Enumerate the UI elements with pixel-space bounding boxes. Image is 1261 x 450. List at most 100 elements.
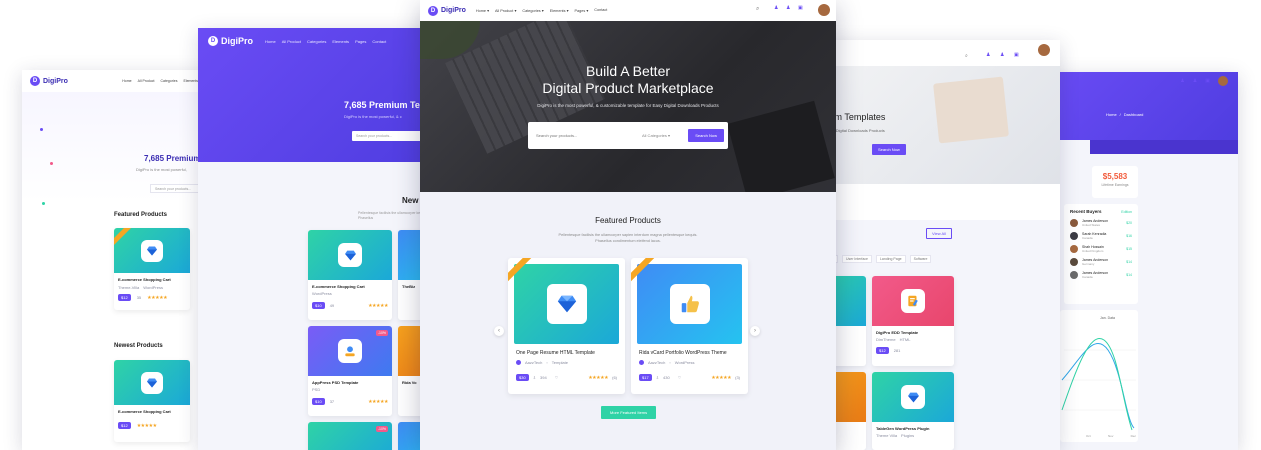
buyer-info: James Anderson Canada — [1082, 271, 1122, 279]
card-title[interactable]: E-commerce Shopping Cart — [118, 409, 186, 414]
card-title[interactable]: DigiPro EDD Template — [876, 330, 950, 335]
favorites-icon[interactable]: ♟ — [1000, 52, 1004, 58]
buyer-row[interactable]: James Anderson United States $20 — [1070, 219, 1132, 227]
buyer-row[interactable]: Shah Hossain United Kingdom $15 — [1070, 245, 1132, 253]
nav-elements[interactable]: Elements — [332, 39, 349, 44]
right-mid-card-2[interactable]: TableGen WordPress Plugin Theme Villa Pl… — [872, 372, 954, 450]
showcase-stage: D DigiPro Home All Product Categories El… — [0, 0, 1261, 450]
hero-search-button[interactable]: Search Now — [688, 129, 724, 142]
card-meta: Theme-Villa WordPress — [118, 285, 186, 290]
card-sales: 281 — [893, 348, 901, 353]
filter-software[interactable]: Software — [909, 255, 932, 263]
hero-search-bar: All Categories ▾ Search Now — [528, 122, 728, 149]
center-logo[interactable]: D DigiPro — [428, 5, 466, 16]
far-right-header-icons: ♟ ♟ ▣ — [1180, 76, 1228, 86]
cart-icon[interactable]: ▣ — [798, 5, 803, 11]
favorites-icon[interactable]: ♟ — [786, 5, 790, 11]
card-title[interactable]: TableGen WordPress Plugin — [876, 426, 950, 431]
nav-all-product[interactable]: All Product — [282, 39, 301, 44]
chevron-down-icon: ▾ — [514, 9, 517, 13]
hero-search-input[interactable] — [536, 133, 636, 138]
rating-stars-icon: ★★★★★ — [136, 422, 157, 429]
card-title[interactable]: AppPress PSD Template — [312, 380, 388, 385]
nav-home[interactable]: Home — [122, 79, 131, 83]
nav-categories[interactable]: Categories — [161, 79, 178, 83]
avatar[interactable] — [1038, 44, 1050, 56]
buyer-row[interactable]: Sarah Kenradia Canada $16 — [1070, 232, 1132, 240]
cart-icon[interactable]: ▣ — [1014, 52, 1019, 58]
nav-all-product[interactable]: All Product ▾ — [495, 8, 516, 13]
card-sales: 49 — [329, 303, 335, 308]
card-title[interactable]: E-commerce Shopping Cart — [312, 284, 388, 289]
center-hero: Build A Better Digital Product Marketpla… — [420, 21, 836, 192]
nav-pages[interactable]: Pages ▾ — [574, 8, 588, 13]
filter-user-interface[interactable]: User Interface — [842, 255, 872, 263]
buyer-info: James Anderson Germany — [1082, 258, 1122, 266]
featured-card-2[interactable]: Rida vCard Portfolio WordPress Theme Aaz… — [631, 258, 748, 394]
card-title[interactable]: E-commerce Shopping Cart — [118, 277, 186, 282]
nav-home[interactable]: Home ▾ — [476, 8, 489, 13]
bell-icon[interactable]: ♟ — [1180, 78, 1184, 84]
search-icon[interactable]: ⌕ — [965, 53, 968, 59]
nav-all-product[interactable]: All Product — [138, 79, 155, 83]
right-mid-card-1[interactable]: DigiPro EDD Template DimTheme HTML $12 2… — [872, 276, 954, 366]
more-featured-button[interactable]: More Featured Items — [601, 406, 657, 419]
earnings-value: $5,583 — [1102, 172, 1128, 181]
far-left-newest-card[interactable]: E-commerce Shopping Cart $12 ★★★★★ — [114, 360, 190, 442]
nav-contact[interactable]: Contact — [372, 39, 386, 44]
card-category[interactable]: PSD — [312, 387, 388, 392]
nav-categories[interactable]: Categories ▾ — [522, 8, 543, 13]
cart-icon[interactable]: ▣ — [1205, 78, 1210, 84]
card-body: TableGen WordPress Plugin Theme Villa Pl… — [872, 422, 954, 442]
nav-pages[interactable]: Pages — [355, 39, 366, 44]
card-category[interactable]: HTML — [900, 337, 911, 342]
buyer-row[interactable]: James Anderson Germany $14 — [1070, 258, 1132, 266]
left-mid-card-2[interactable]: -10% AppPress PSD Template PSD $10 37 ★★… — [308, 326, 392, 416]
buyers-filter[interactable]: Edition — [1121, 210, 1132, 214]
card-category[interactable]: WordPress — [312, 291, 388, 296]
right-mid-search-button[interactable]: Search Now — [872, 144, 906, 155]
edit-document-icon — [901, 289, 925, 313]
far-left-product-card[interactable]: E-commerce Shopping Cart Theme-Villa Wor… — [114, 228, 190, 310]
far-left-logo[interactable]: D DigiPro — [30, 76, 68, 86]
nav-elements[interactable]: Elements — [183, 79, 198, 83]
product-thumbnail — [114, 360, 190, 405]
nav-elements[interactable]: Elements ▾ — [550, 8, 569, 13]
sales-line-chart — [1061, 337, 1136, 431]
breadcrumb-home[interactable]: Home — [1106, 112, 1117, 117]
buyer-country: Germany — [1082, 262, 1095, 266]
card-category[interactable]: Plugins — [901, 433, 914, 438]
left-mid-card-3[interactable]: -10% — [308, 422, 392, 450]
search-icon[interactable]: ⌕ — [756, 6, 759, 13]
card-footer: $12 ★★★★★ — [118, 422, 186, 429]
carousel-next-icon[interactable]: › — [750, 326, 760, 336]
card-author[interactable]: DimTheme — [876, 337, 896, 342]
card-author[interactable]: Theme Villa — [876, 433, 897, 438]
left-mid-logo[interactable]: D DigiPro — [208, 36, 253, 46]
view-all-button[interactable]: View All — [926, 228, 952, 239]
product-thumbnail — [872, 372, 954, 422]
diamond-icon — [141, 371, 163, 394]
hero-photo-hands — [933, 76, 1009, 144]
filter-landing-page[interactable]: Landing Page — [875, 255, 906, 263]
user-icon[interactable]: ♟ — [986, 52, 990, 58]
avatar[interactable] — [1218, 76, 1228, 86]
user-icon[interactable]: ♟ — [774, 5, 778, 11]
user-icon[interactable]: ♟ — [1193, 78, 1197, 84]
hero-category-select[interactable]: All Categories ▾ — [642, 133, 682, 138]
avatar[interactable] — [818, 4, 830, 16]
carousel-prev-icon[interactable]: ‹ — [494, 326, 504, 336]
nav-categories[interactable]: Categories — [307, 39, 326, 44]
card-category[interactable]: WordPress — [143, 285, 163, 290]
featured-card-1[interactable]: One Page Resume HTML Template AazzTech ▫… — [508, 258, 625, 394]
nav-home[interactable]: Home — [265, 39, 276, 44]
buyer-row[interactable]: James Anderson Canada $14 — [1070, 271, 1132, 279]
card-price: $12 — [876, 347, 889, 354]
nav-contact[interactable]: Contact — [594, 8, 607, 13]
left-mid-card-1[interactable]: E-commerce Shopping Cart WordPress $10 4… — [308, 230, 392, 320]
featured-ribbon — [114, 228, 134, 247]
chart-xlabel: Dec — [1130, 434, 1136, 438]
card-author[interactable]: Theme-Villa — [118, 285, 139, 290]
featured-title: Featured Products — [595, 216, 661, 225]
product-thumbnail: -10% — [308, 326, 392, 376]
